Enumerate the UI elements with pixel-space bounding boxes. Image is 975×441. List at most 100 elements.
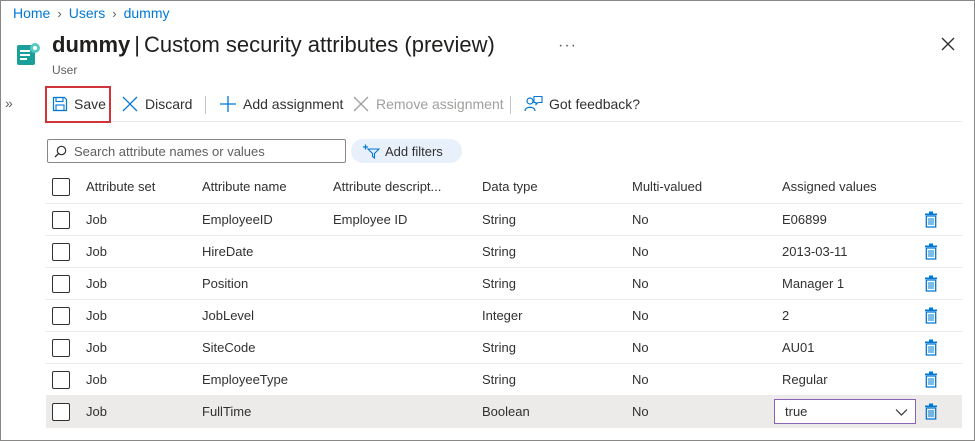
search-box: [47, 139, 346, 163]
assigned-value-cell[interactable]: E06899: [782, 204, 932, 235]
dropdown-selected-value: true: [785, 404, 808, 419]
attribute-set-cell: Job: [86, 340, 107, 355]
attribute-set-cell: Job: [86, 244, 107, 259]
data-type-cell: Integer: [482, 308, 523, 323]
attributes-table: Attribute set Attribute name Attribute d…: [46, 170, 962, 428]
row-checkbox[interactable]: [52, 210, 70, 229]
delete-icon[interactable]: [924, 403, 938, 420]
multi-valued-cell: No: [632, 404, 649, 419]
attribute-description-cell: [333, 268, 478, 299]
feedback-label: Got feedback?: [549, 96, 641, 112]
expand-menu-icon[interactable]: »: [5, 95, 13, 111]
chevron-right-icon: ›: [57, 5, 62, 21]
breadcrumb-dummy[interactable]: dummy: [124, 5, 170, 21]
feedback-icon: [524, 95, 543, 112]
breadcrumb: Home › Users › dummy: [13, 5, 170, 21]
chevron-down-icon: [895, 409, 908, 416]
search-input[interactable]: [72, 142, 342, 160]
assigned-value-cell[interactable]: Regular: [782, 364, 932, 395]
breadcrumb-users[interactable]: Users: [69, 5, 106, 21]
assigned-value-cell[interactable]: Manager 1: [782, 268, 932, 299]
title-separator: |: [134, 32, 140, 57]
attribute-description-cell: [333, 396, 478, 427]
row-checkbox[interactable]: [52, 306, 70, 325]
table-row[interactable]: Job JobLevel Integer No 2: [46, 300, 962, 332]
attribute-description-cell: [333, 236, 478, 267]
delete-icon[interactable]: [924, 339, 938, 356]
table-row[interactable]: Job FullTime Boolean No true: [46, 396, 962, 428]
delete-icon[interactable]: [924, 371, 938, 388]
column-header-attribute-set[interactable]: Attribute set: [86, 170, 196, 203]
assigned-value-dropdown[interactable]: true: [774, 399, 916, 424]
row-checkbox[interactable]: [52, 242, 70, 261]
multi-valued-cell: No: [632, 276, 649, 291]
add-assignment-button[interactable]: Add assignment: [219, 88, 343, 120]
attribute-name-cell: Position: [202, 276, 249, 291]
row-checkbox[interactable]: [52, 338, 70, 357]
select-all-checkbox[interactable]: [52, 177, 70, 196]
delete-icon[interactable]: [924, 275, 938, 292]
remove-assignment-label: Remove assignment: [376, 96, 504, 112]
row-checkbox[interactable]: [52, 402, 70, 421]
column-header-attribute-name[interactable]: Attribute name: [202, 170, 327, 203]
close-icon[interactable]: [938, 34, 958, 54]
attribute-name-cell: JobLevel: [202, 308, 255, 323]
more-options-button[interactable]: ···: [558, 37, 577, 55]
data-type-cell: String: [482, 244, 516, 259]
delete-icon[interactable]: [924, 243, 938, 260]
custom-attributes-icon: [17, 43, 40, 65]
delete-icon[interactable]: [924, 211, 938, 228]
save-highlight-box: [45, 86, 111, 123]
data-type-cell: String: [482, 276, 516, 291]
plus-icon: [220, 96, 236, 112]
toolbar-divider: [205, 96, 206, 114]
multi-valued-cell: No: [632, 308, 649, 323]
row-checkbox[interactable]: [52, 274, 70, 293]
attribute-set-cell: Job: [86, 212, 107, 227]
attribute-description-cell: [333, 332, 478, 363]
discard-button[interactable]: Discard: [121, 88, 192, 120]
remove-assignment-button[interactable]: Remove assignment: [352, 88, 504, 120]
filter-add-icon: [363, 144, 380, 159]
data-type-cell: Boolean: [482, 404, 530, 419]
attribute-set-cell: Job: [86, 404, 107, 419]
toolbar-divider: [510, 96, 511, 114]
column-header-multi-valued[interactable]: Multi-valued: [632, 170, 777, 203]
page-title: dummy | Custom security attributes (previe…: [52, 32, 495, 58]
delete-icon[interactable]: [924, 307, 938, 324]
column-header-assigned-values[interactable]: Assigned values: [782, 170, 932, 203]
object-name: dummy: [52, 32, 131, 57]
attribute-description-cell: Employee ID: [333, 212, 408, 227]
attribute-description-cell: [333, 364, 478, 395]
attribute-name-cell: SiteCode: [202, 340, 256, 355]
chevron-right-icon: ›: [112, 5, 117, 21]
multi-valued-cell: No: [632, 212, 649, 227]
command-bar: Save Discard Add assignment Remove assig…: [46, 88, 962, 122]
data-type-cell: String: [482, 372, 516, 387]
add-assignment-label: Add assignment: [243, 96, 344, 112]
page-subtitle: User: [52, 63, 78, 77]
multi-valued-cell: No: [632, 244, 649, 259]
breadcrumb-home[interactable]: Home: [13, 5, 50, 21]
attribute-name-cell: EmployeeID: [202, 212, 273, 227]
assigned-value-cell[interactable]: 2013-03-11: [782, 236, 932, 267]
assigned-value-cell[interactable]: 2: [782, 300, 932, 331]
close-icon: [122, 96, 138, 112]
table-row[interactable]: Job SiteCode String No AU01: [46, 332, 962, 364]
feedback-button[interactable]: Got feedback?: [524, 88, 640, 120]
table-row[interactable]: Job HireDate String No 2013-03-11: [46, 236, 962, 268]
add-filters-button[interactable]: Add filters: [351, 139, 462, 163]
table-row[interactable]: Job Position String No Manager 1: [46, 268, 962, 300]
column-header-data-type[interactable]: Data type: [482, 170, 627, 203]
attribute-description-cell: [333, 300, 478, 331]
blade-title: Custom security attributes (preview): [143, 32, 495, 57]
multi-valued-cell: No: [632, 372, 649, 387]
row-checkbox[interactable]: [52, 370, 70, 389]
column-header-attribute-description[interactable]: Attribute descript...: [333, 170, 478, 203]
assigned-value-cell[interactable]: AU01: [782, 332, 932, 363]
table-row[interactable]: Job EmployeeID Employee ID String No E06…: [46, 204, 962, 236]
data-type-cell: String: [482, 340, 516, 355]
attribute-name-cell: EmployeeType: [202, 372, 288, 387]
attribute-set-cell: Job: [86, 372, 107, 387]
table-row[interactable]: Job EmployeeType String No Regular: [46, 364, 962, 396]
